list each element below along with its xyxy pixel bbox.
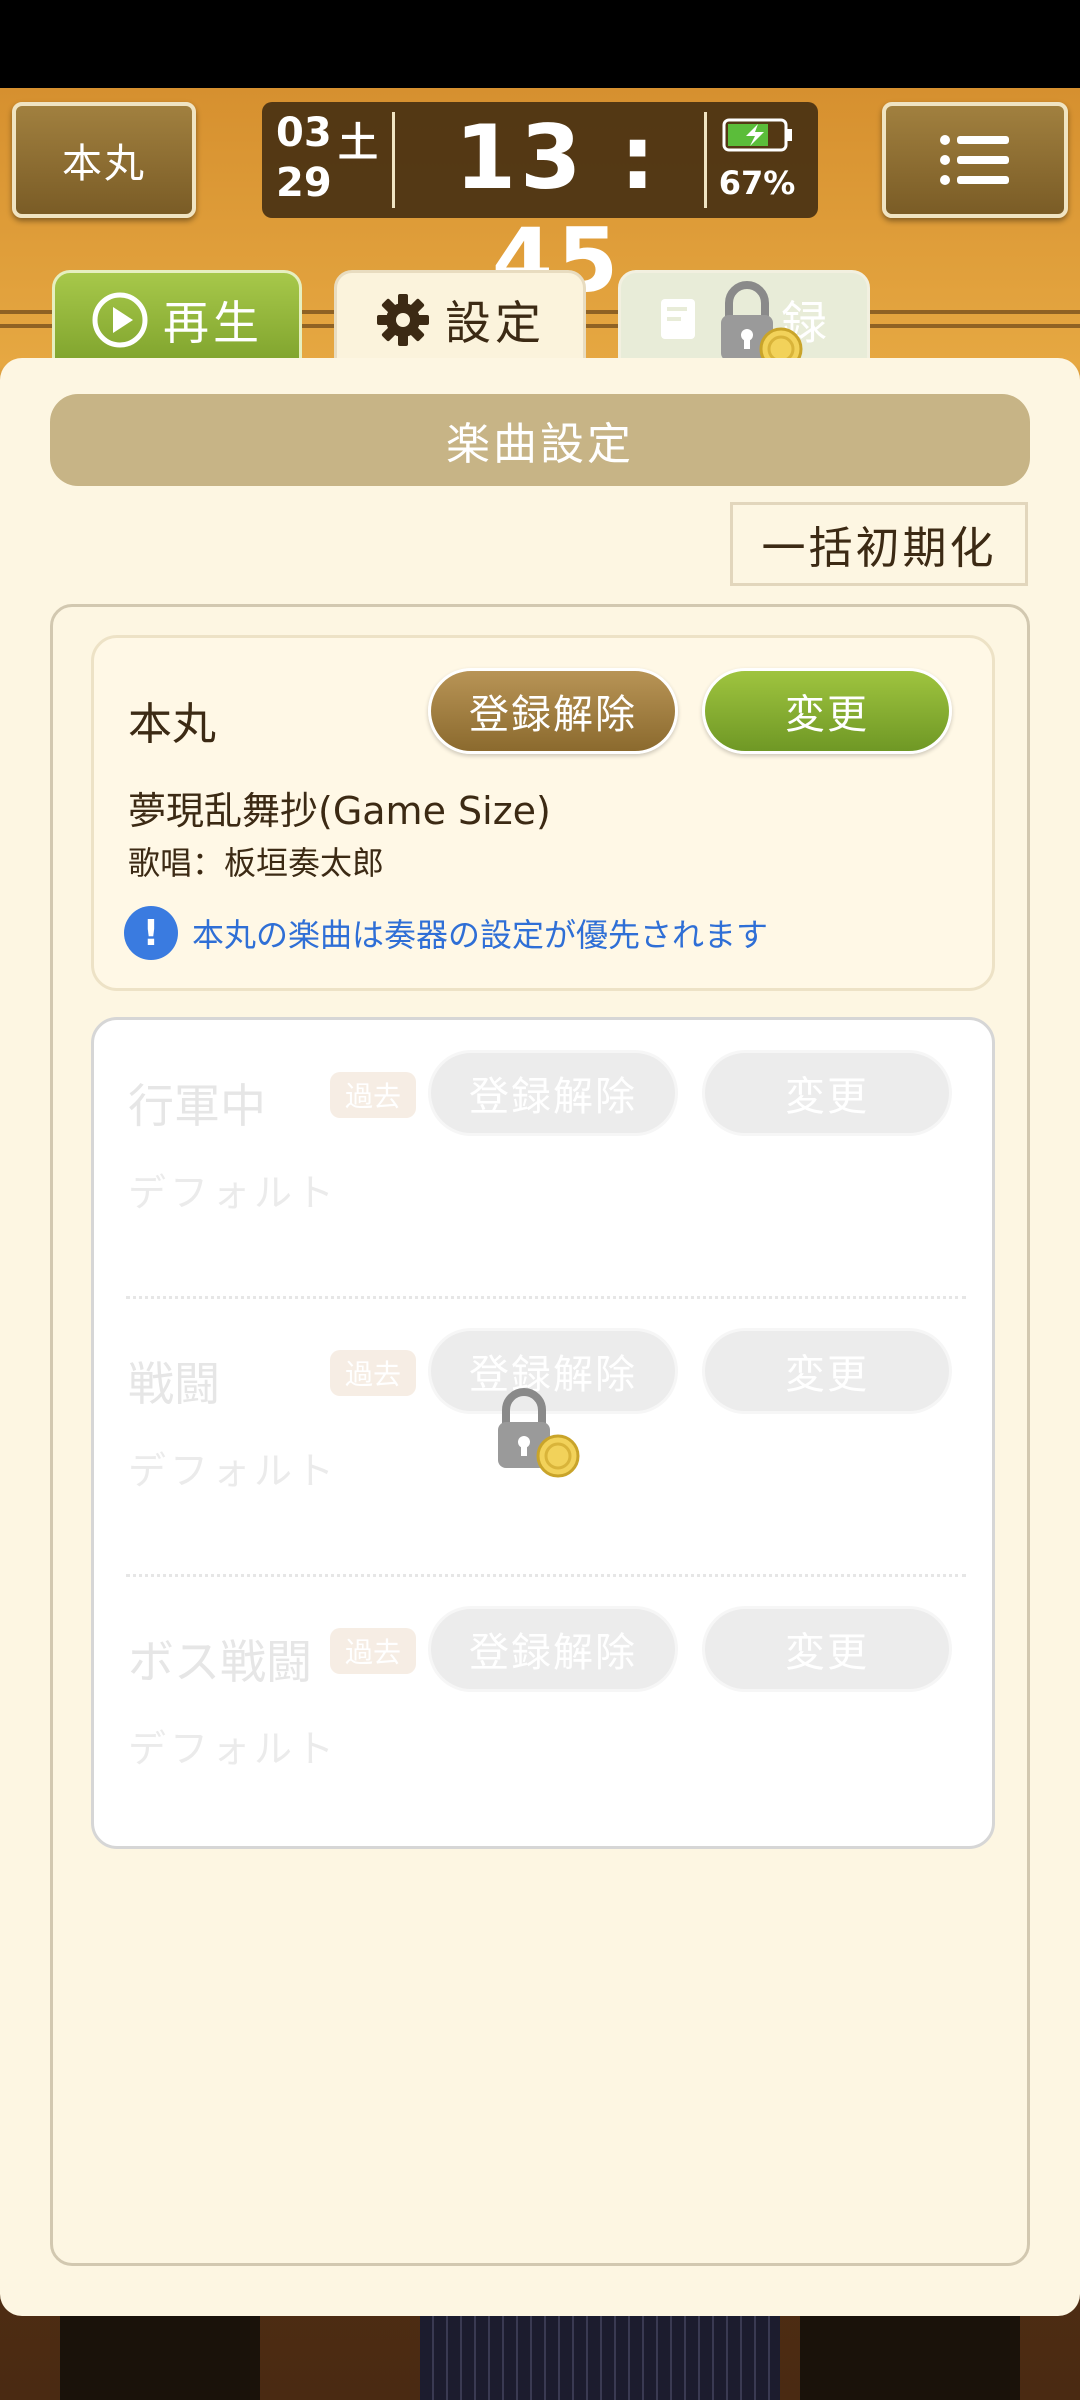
menu-button[interactable] xyxy=(882,102,1068,218)
tab-settings-label: 設定 xyxy=(445,296,545,350)
row-title: 行軍中 xyxy=(128,1079,266,1133)
row-title: ボス戦闘 xyxy=(128,1635,312,1689)
tab-play-label: 再生 xyxy=(163,296,263,350)
tab-play[interactable]: 再生 xyxy=(52,270,302,370)
clock-panel: 03 土 29 13 : 45 67% xyxy=(262,102,818,312)
change-button[interactable]: 変更 xyxy=(702,668,952,754)
character-shoe xyxy=(800,2316,1020,2400)
clock-divider xyxy=(392,112,395,208)
reset-all-button[interactable]: 一括初期化 xyxy=(730,502,1028,586)
row-divider xyxy=(126,1296,966,1299)
record-edit-icon xyxy=(657,295,707,345)
past-badge: 過去 xyxy=(330,1628,416,1674)
singer: 歌唱：板垣奏太郎 xyxy=(128,844,385,882)
character-shoe xyxy=(60,2316,260,2400)
unregister-button[interactable]: 登録解除 xyxy=(428,1050,678,1136)
battery-icon xyxy=(722,118,792,152)
tab-settings[interactable]: 設定 xyxy=(334,270,586,370)
row-value: デフォルト xyxy=(128,1171,339,1215)
unregister-button[interactable]: 登録解除 xyxy=(428,668,678,754)
locked-card: 行軍中 過去 登録解除 変更 デフォルト 戦闘 過去 登録解除 変更 デフォルト… xyxy=(91,1017,995,1849)
past-badge: 過去 xyxy=(330,1072,416,1118)
row-title: 戦闘 xyxy=(128,1357,220,1411)
home-button[interactable]: 本丸 xyxy=(12,102,196,218)
card-title: 本丸 xyxy=(128,699,216,750)
status-bar xyxy=(0,0,1080,88)
honmaru-card: 本丸 登録解除 変更 夢現乱舞抄(Game Size) 歌唱：板垣奏太郎 ! 本… xyxy=(91,635,995,991)
battery-percent: 67% xyxy=(718,164,796,202)
play-icon xyxy=(91,291,149,349)
hamburger-menu-icon xyxy=(940,135,1009,185)
info-icon: ! xyxy=(124,906,178,960)
past-badge: 過去 xyxy=(330,1350,416,1396)
date-day: 29 xyxy=(276,160,332,206)
section-title: 楽曲設定 xyxy=(50,394,1030,486)
change-button[interactable]: 変更 xyxy=(702,1328,952,1414)
date-day-of-week: 土 xyxy=(338,120,378,166)
character-legs xyxy=(420,2316,780,2400)
song-name: 夢現乱舞抄(Game Size) xyxy=(128,789,551,833)
music-settings-box: 本丸 登録解除 変更 夢現乱舞抄(Game Size) 歌唱：板垣奏太郎 ! 本… xyxy=(50,604,1030,2266)
tab-record[interactable]: 録 xyxy=(618,270,870,371)
change-button[interactable]: 変更 xyxy=(702,1050,952,1136)
row-divider xyxy=(126,1574,966,1577)
notice-text: 本丸の楽曲は奏器の設定が優先されます xyxy=(192,916,769,954)
gear-icon xyxy=(375,292,431,348)
notice: ! 本丸の楽曲は奏器の設定が優先されます xyxy=(124,906,768,960)
date-month: 03 xyxy=(276,110,332,156)
change-button[interactable]: 変更 xyxy=(702,1606,952,1692)
row-value: デフォルト xyxy=(128,1449,339,1493)
settings-panel: 楽曲設定 一括初期化 本丸 登録解除 変更 夢現乱舞抄(Game Size) 歌… xyxy=(0,358,1080,2316)
unregister-button[interactable]: 登録解除 xyxy=(428,1606,678,1692)
row-value: デフォルト xyxy=(128,1727,339,1771)
lock-coin-icon[interactable] xyxy=(492,1384,582,1480)
